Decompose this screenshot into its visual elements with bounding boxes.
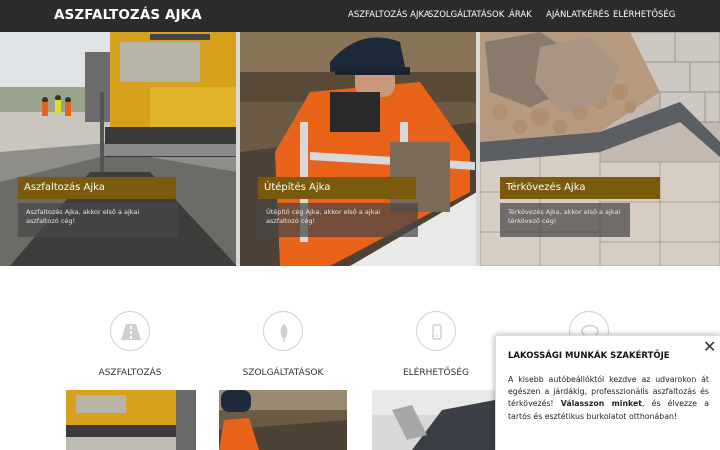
nav-item-aszfaltozas-ajka[interactable]: ASZFALTOZÁS AJKA (348, 10, 430, 20)
hero-panel-description: Aszfaltozás Ajka, akkor első a ajkai asz… (18, 203, 178, 237)
feature-label-aszfaltozas[interactable]: ASZFALTOZÁS (65, 368, 195, 378)
promo-popup: ✕ LAKOSSÁGI MUNKÁK SZAKÉRTŐJE A kisebb a… (495, 335, 720, 450)
top-navbar: ASZFALTOZÁS AJKA ASZFALTOZÁS AJKA SZOLGÁ… (0, 0, 720, 32)
phone-icon-glyph (432, 324, 442, 340)
brand-logo[interactable]: ASZFALTOZÁS AJKA (54, 7, 202, 23)
hero-panel-title[interactable]: Útépítés Ajka (258, 177, 416, 199)
page: ASZFALTOZÁS AJKA ASZFALTOZÁS AJKA SZOLGÁ… (0, 0, 720, 450)
nav-item-label: SZOLGÁLTATÁSOK (428, 10, 505, 20)
leaf-icon[interactable] (263, 311, 303, 351)
feature-thumb-szolgaltatasok[interactable] (219, 390, 347, 450)
hero-panel-title[interactable]: Térkövezés Ajka (500, 177, 660, 199)
hero-panel-terkovezes[interactable]: Térkövezés Ajka Térkövezés Ajka, akkor e… (480, 32, 720, 266)
hero-panel-title[interactable]: Aszfaltozás Ajka (18, 177, 176, 199)
road-icon[interactable] (110, 311, 150, 351)
close-icon[interactable]: ✕ (703, 337, 716, 356)
phone-thumb (372, 390, 495, 450)
feature-label-szolgaltatasok[interactable]: SZOLGÁLTATÁSOK (218, 368, 348, 378)
popup-body: A kisebb autóbeállóktól kezdve az udvaro… (508, 374, 709, 423)
nav-item-arak[interactable]: ÁRAK (509, 10, 532, 20)
phone-icon[interactable] (416, 311, 456, 351)
hero-panel-description: Térkövezés Ajka, akkor első a ajkai térk… (500, 203, 630, 237)
road-icon-glyph (121, 324, 141, 340)
nav-item-ajanlatkeres[interactable]: AJÁNLATKÉRÉS (546, 10, 609, 20)
road-worker-thumb (219, 390, 347, 450)
feature-thumb-aszfaltozas[interactable] (66, 390, 196, 450)
nav-item-szolgaltatasok[interactable]: SZOLGÁLTATÁSOK ⌄ (428, 10, 511, 20)
hero-panel-description: Útépítő cég Ajka, akkor első a ajkai asz… (258, 203, 418, 237)
popup-body-emphasis: Válasszon minket (560, 399, 643, 409)
paving-machine-thumb (66, 390, 196, 450)
feature-thumb-elerhetoseg[interactable] (372, 390, 495, 450)
popup-title: LAKOSSÁGI MUNKÁK SZAKÉRTŐJE (508, 351, 670, 361)
feature-label-elerhetoseg[interactable]: ELÉRHETŐSÉG (371, 368, 501, 378)
nav-item-elerhetoseg[interactable]: ELÉRHETŐSÉG (613, 10, 675, 20)
leaf-icon-glyph (280, 324, 288, 342)
hero-panel-utepites[interactable]: Útépítés Ajka Útépítő cég Ajka, akkor el… (240, 32, 477, 266)
hero-panel-aszfaltozas[interactable]: Aszfaltozás Ajka Aszfaltozás Ajka, akkor… (0, 32, 237, 266)
